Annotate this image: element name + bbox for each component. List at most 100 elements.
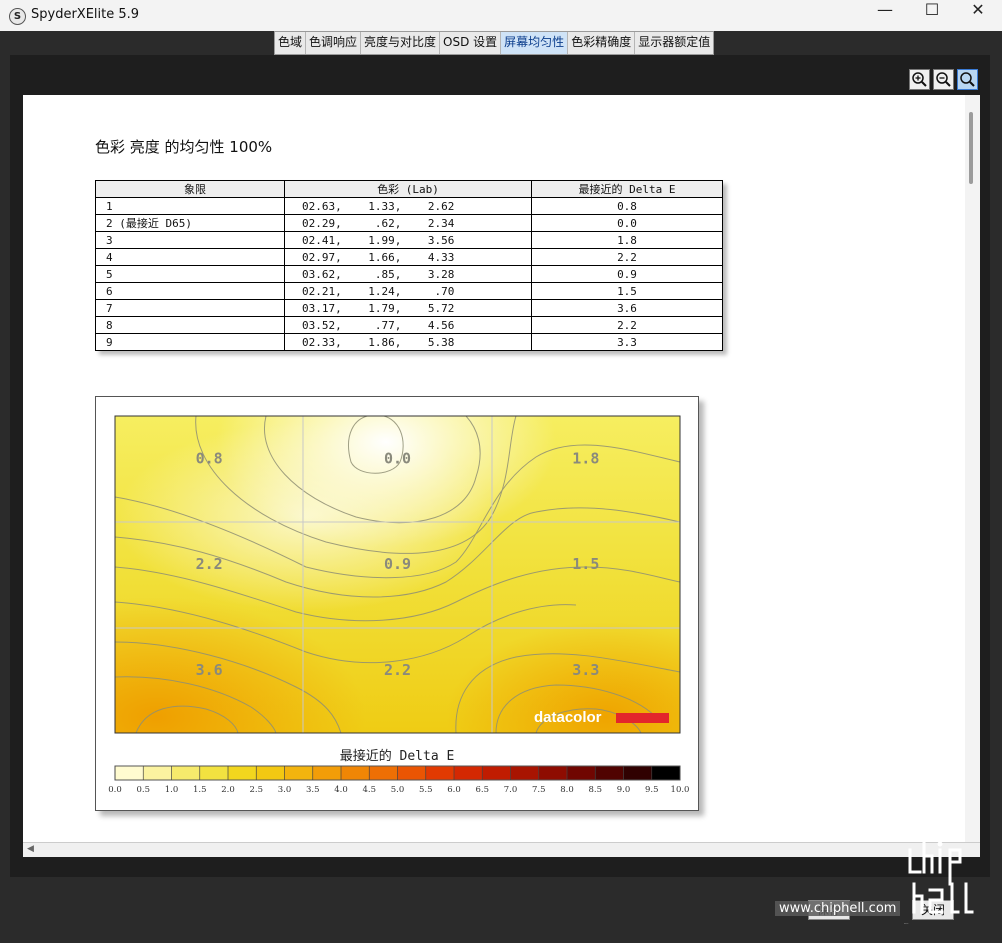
delta-cell: 1.5 [531, 282, 723, 300]
color-scale-tick-label: 8.5 [588, 785, 602, 795]
table-row: 4 02.97, 1.66, 4.33 2.2 [95, 248, 723, 266]
zoom-out-button[interactable] [933, 69, 954, 90]
tab-screen-uniformity[interactable]: 屏幕均匀性 [501, 32, 569, 54]
window-title: SpyderXElite 5.9 [31, 7, 140, 22]
horizontal-scrollbar[interactable]: ◀ [23, 842, 980, 857]
vertical-scrollbar[interactable] [965, 95, 980, 842]
zoom-fit-button[interactable] [957, 69, 978, 90]
quadrant-cell: 6 [95, 282, 285, 300]
tab-osd-settings[interactable]: OSD 设置 [440, 32, 502, 54]
color-scale-swatch [651, 766, 681, 780]
quadrant-cell: 3 [95, 231, 285, 249]
color-scale-tick-label: 5.0 [391, 785, 405, 795]
color-scale-swatch [115, 766, 144, 780]
heatmap-cell-label: 0.9 [384, 555, 411, 573]
color-scale-swatch [623, 766, 653, 780]
header-quadrant: 象限 [95, 180, 285, 198]
color-scale-tick-label: 0.0 [108, 785, 122, 795]
color-scale-tick-label: 4.5 [362, 785, 376, 795]
delta-cell: 1.8 [531, 231, 723, 249]
quadrant-table: 象限 色彩 (Lab) 最接近的 Delta E 1 02.63, 1.33, 2… [95, 180, 723, 351]
color-scale-swatch [199, 766, 229, 780]
heatmap-cell-label: 3.3 [572, 661, 599, 679]
table-header-row: 象限 色彩 (Lab) 最接近的 Delta E [95, 180, 723, 198]
color-scale-swatch [228, 766, 257, 780]
color-scale-tick-label: 2.0 [221, 785, 235, 795]
heatmap-cell-label: 2.2 [196, 555, 223, 573]
heatmap-cell-label: 0.0 [384, 450, 411, 468]
datacolor-logo-text: datacolor [534, 709, 602, 726]
zoom-fit-icon [960, 72, 975, 87]
delta-cell: 0.9 [531, 265, 723, 283]
report-page: 色彩 亮度 的均匀性 100% 象限 色彩 (Lab) 最接近的 Delta E… [23, 95, 965, 842]
minimize-button[interactable]: — [862, 0, 908, 31]
scale-title: 最接近的 Delta E [340, 748, 455, 764]
color-scale-tick-label: 9.0 [617, 785, 631, 795]
color-scale-swatch [369, 766, 398, 780]
spyder-app-icon: S [9, 8, 26, 25]
tab-brightness-contrast[interactable]: 亮度与对比度 [361, 32, 441, 54]
maximize-button[interactable]: ☐ [909, 0, 955, 31]
table-row: 2 (最接近 D65) 02.29, .62, 2.34 0.0 [95, 214, 723, 232]
color-scale-swatch [425, 766, 455, 780]
quadrant-cell: 5 [95, 265, 285, 283]
zoom-in-button[interactable] [909, 69, 930, 90]
table-row: 9 02.33, 1.86, 5.38 3.3 [95, 333, 723, 351]
lab-cell: 03.62, .85, 3.28 [284, 265, 532, 283]
tab-gamut[interactable]: 色域 [275, 32, 307, 54]
delta-cell: 3.3 [531, 333, 723, 351]
quadrant-cell: 9 [95, 333, 285, 351]
delta-cell: 2.2 [531, 316, 723, 334]
quadrant-cell: 1 [95, 197, 285, 215]
color-scale-tick-label: 6.5 [475, 785, 489, 795]
table-row: 8 03.52, .77, 4.56 2.2 [95, 316, 723, 334]
color-scale-tick-label: 2.5 [249, 785, 263, 795]
color-scale-tick-label: 6.0 [447, 785, 461, 795]
tab-color-accuracy[interactable]: 色彩精确度 [568, 32, 636, 54]
zoom-out-icon [936, 72, 951, 87]
color-scale-swatch [312, 766, 342, 780]
lab-cell: 02.33, 1.86, 5.38 [284, 333, 532, 351]
color-scale-tick-label: 0.5 [136, 785, 150, 795]
color-scale-tick-label: 7.0 [504, 785, 518, 795]
close-button[interactable]: ✕ [955, 0, 1001, 31]
zoom-toolbar [909, 69, 978, 90]
quadrant-cell: 2 (最接近 D65) [95, 214, 285, 232]
heatmap-cell-label: 0.8 [196, 450, 223, 468]
color-scale-tick-label: 8.0 [560, 785, 574, 795]
table-row: 7 03.17, 1.79, 5.72 3.6 [95, 299, 723, 317]
zoom-in-icon [912, 72, 927, 87]
table-row: 1 02.63, 1.33, 2.62 0.8 [95, 197, 723, 215]
uniformity-chart: 0.8 0.0 1.8 2.2 0.9 1.5 3.6 2.2 3.3 datacolor 最接… [95, 396, 699, 811]
color-scale-swatch [482, 766, 511, 780]
color-scale-tick-label: 1.0 [165, 785, 179, 795]
uniformity-heatmap-svg: 0.8 0.0 1.8 2.2 0.9 1.5 3.6 2.2 3.3 datacolor 最接… [108, 415, 689, 795]
vertical-scroll-thumb[interactable] [969, 112, 973, 184]
delta-cell: 2.2 [531, 248, 723, 266]
report-tabs: 色域 色调响应 亮度与对比度 OSD 设置 屏幕均匀性 色彩精确度 显示器额定值 [274, 31, 715, 55]
color-scale-swatch [454, 766, 483, 780]
lab-cell: 03.52, .77, 4.56 [284, 316, 532, 334]
table-row: 6 02.21, 1.24, .70 1.5 [95, 282, 723, 300]
chiphell-logo-text: chip hell [904, 923, 909, 925]
title-bar: S SpyderXElite 5.9 — ☐ ✕ [0, 0, 1002, 31]
tab-tone-response[interactable]: 色调响应 [306, 32, 362, 54]
color-scale-tick-label: 4.0 [334, 785, 348, 795]
quadrant-cell: 4 [95, 248, 285, 266]
heatmap-cell-label: 1.5 [572, 555, 599, 573]
quadrant-cell: 7 [95, 299, 285, 317]
lab-cell: 02.97, 1.66, 4.33 [284, 248, 532, 266]
chiphell-logo: chip hell [904, 840, 974, 925]
page-title: 色彩 亮度 的均匀性 100% [95, 138, 273, 156]
color-scale-swatch [143, 766, 172, 780]
header-delta-e: 最接近的 Delta E [531, 180, 723, 198]
color-scale-tick-label: 3.5 [306, 785, 320, 795]
color-scale-swatch [567, 766, 596, 780]
delta-cell: 0.8 [531, 197, 723, 215]
color-scale-tick-label: 1.5 [193, 785, 207, 795]
tab-display-rating[interactable]: 显示器额定值 [635, 32, 713, 54]
color-scale-swatch [341, 766, 370, 780]
table-row: 3 02.41, 1.99, 3.56 1.8 [95, 231, 723, 249]
color-scale-tick-label: 5.5 [419, 785, 433, 795]
scroll-left-arrow-icon[interactable]: ◀ [27, 844, 34, 854]
